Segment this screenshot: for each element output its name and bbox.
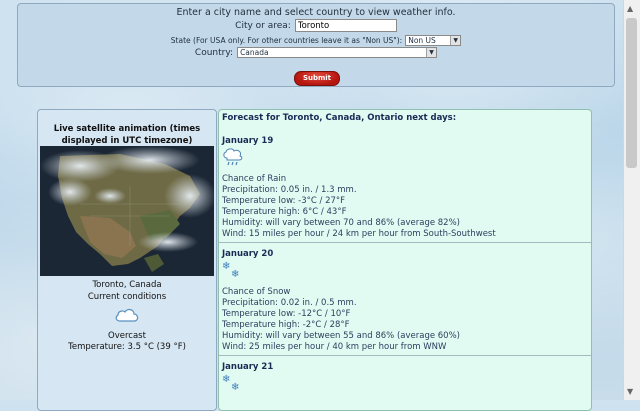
forecast-title: Forecast for Toronto, Canada, Ontario ne… [222,113,457,123]
vertical-scrollbar[interactable]: ▲ ▼ [623,0,640,400]
satellite-image [40,146,214,276]
city-row: City or area: [18,19,614,32]
forecast-summary: Chance of Rain [222,174,287,184]
svg-text:❄: ❄ [231,269,239,278]
forecast-precipitation: Precipitation: 0.05 in. / 1.3 mm. [222,185,357,195]
search-prompt: Enter a city name and select country to … [176,7,456,18]
state-select-value: Non US [408,36,436,45]
country-select-value: Canada [240,48,269,57]
forecast-temp-high: Temperature high: -2°C / 28°F [222,320,350,330]
chevron-down-icon[interactable]: ▼ [450,36,461,45]
divider [219,355,591,356]
state-row: State (For USA only. For other countries… [18,35,614,46]
current-temperature: Temperature: 3.5 °C (39 °F) [68,342,186,352]
country-label: Country: [194,47,234,58]
forecast-date: January 21 [222,362,274,372]
svg-text:❄: ❄ [231,382,239,391]
forecast-temp-low: Temperature low: -12°C / 10°F [222,309,351,319]
submit-button[interactable]: Submit [294,71,340,86]
current-description: Overcast [108,331,146,341]
current-conditions-panel: Live satellite animation (times displaye… [37,109,217,411]
scroll-thumb[interactable] [626,18,637,168]
forecast-temp-high: Temperature high: 6°C / 43°F [222,207,347,217]
forecast-date: January 19 [222,136,274,146]
forecast-date: January 20 [222,249,274,259]
satellite-title: Live satellite animation (times displaye… [53,124,201,146]
city-label: City or area: [235,20,291,31]
snow-icon: ❄ ❄ [222,260,246,281]
chevron-down-icon[interactable]: ▼ [426,48,437,57]
divider [219,242,591,243]
forecast-humidity: Humidity: will vary between 55 and 86% (… [222,331,460,341]
state-label: State (For USA only. For other countries… [170,36,403,45]
country-row: Country: Canada ▼ [18,47,614,58]
forecast-summary: Chance of Snow [222,287,291,297]
forecast-wind: Wind: 25 miles per hour / 40 km per hour… [222,342,447,352]
rain-icon [222,147,244,170]
svg-text:❄: ❄ [222,374,230,385]
forecast-panel: Forecast for Toronto, Canada, Ontario ne… [218,109,592,411]
country-select[interactable]: Canada ▼ [237,47,438,58]
forecast-precipitation: Precipitation: 0.02 in. / 0.5 mm. [222,298,357,308]
current-city: Toronto, Canada [92,280,162,290]
forecast-wind: Wind: 15 miles per hour / 24 km per hour… [222,229,496,239]
forecast-temp-low: Temperature low: -3°C / 27°F [222,196,346,206]
city-input[interactable] [294,19,397,32]
cloud-icon [114,306,140,327]
scroll-up-arrow-icon[interactable]: ▲ [627,4,633,13]
snow-icon: ❄ ❄ [222,373,246,394]
current-conditions-label: Current conditions [87,292,167,302]
search-form: Enter a city name and select country to … [17,3,615,87]
svg-text:❄: ❄ [222,261,230,272]
state-select[interactable]: Non US ▼ [405,35,462,46]
forecast-humidity: Humidity: will vary between 70 and 86% (… [222,218,460,228]
scroll-down-arrow-icon[interactable]: ▼ [627,387,633,396]
